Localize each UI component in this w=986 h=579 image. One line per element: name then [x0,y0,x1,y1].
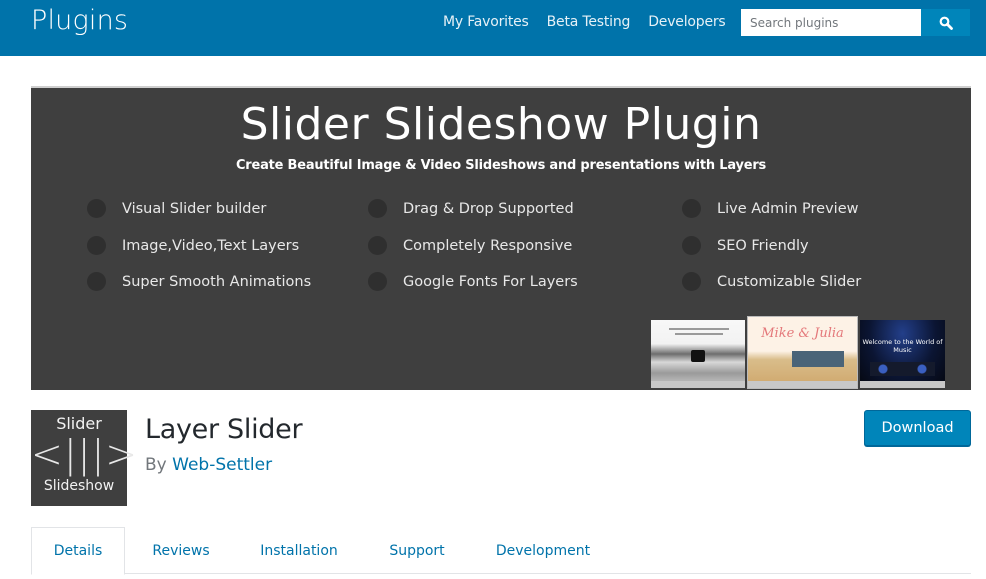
download-button[interactable]: Download [864,410,971,446]
search-input[interactable] [741,9,921,36]
tab-support[interactable]: Support [371,527,463,575]
author-link[interactable]: Web-Settler [172,455,272,475]
dj-deck-image [870,362,935,376]
feature-item: SEO Friendly [682,236,809,255]
search-button[interactable] [921,9,970,36]
plugin-banner: Slider Slideshow Plugin Create Beautiful… [31,86,971,390]
bullet-icon [682,272,701,291]
plugin-title: Layer Slider [145,414,303,445]
plugin-author: By Web-Settler [145,455,273,475]
site-header: Plugins My Favorites Beta Testing Develo… [0,0,986,56]
main-nav: My Favorites Beta Testing Developers [443,13,744,31]
bullet-icon [87,272,106,291]
tab-installation[interactable]: Installation [243,527,355,575]
banner-subtitle: Create Beautiful Image & Video Slideshow… [235,157,767,173]
feature-item: Drag & Drop Supported [368,199,574,218]
feature-item: Visual Slider builder [87,199,266,218]
feature-item: Super Smooth Animations [87,272,311,291]
slider-preview-thumbnail: Welcome to the World of Music [860,320,945,388]
feature-item: Completely Responsive [368,236,572,255]
nav-link-my-favorites[interactable]: My Favorites [443,13,529,31]
slider-preview-thumbnail: Mike & Julia [747,316,858,389]
tab-development[interactable]: Development [483,527,603,575]
tab-reviews[interactable]: Reviews [135,527,227,575]
search-form [741,9,970,36]
bullet-icon [682,199,701,218]
feature-item: Customizable Slider [682,272,861,291]
bullet-icon [87,199,106,218]
bullet-icon [682,236,701,255]
slider-arrows-icon: <|||> [31,432,139,476]
nav-link-developers[interactable]: Developers [648,13,726,31]
feature-item: Image,Video,Text Layers [87,236,299,255]
building-image [792,351,844,367]
site-title[interactable]: Plugins [31,5,128,36]
bullet-icon [368,272,387,291]
bullet-icon [368,199,387,218]
banner-title: Slider Slideshow Plugin [240,99,762,150]
bullet-icon [87,236,106,255]
plugin-tabs: Details Reviews Installation Support Dev… [31,527,971,575]
plugin-icon: Slider <|||> Slideshow [31,410,139,506]
camera-image [691,350,705,362]
bullet-icon [368,236,387,255]
slider-preview-thumbnail [651,320,745,388]
feature-item: Live Admin Preview [682,199,858,218]
feature-item: Google Fonts For Layers [368,272,578,291]
search-icon [939,16,953,30]
nav-link-beta-testing[interactable]: Beta Testing [547,13,631,31]
tab-details[interactable]: Details [31,527,125,575]
